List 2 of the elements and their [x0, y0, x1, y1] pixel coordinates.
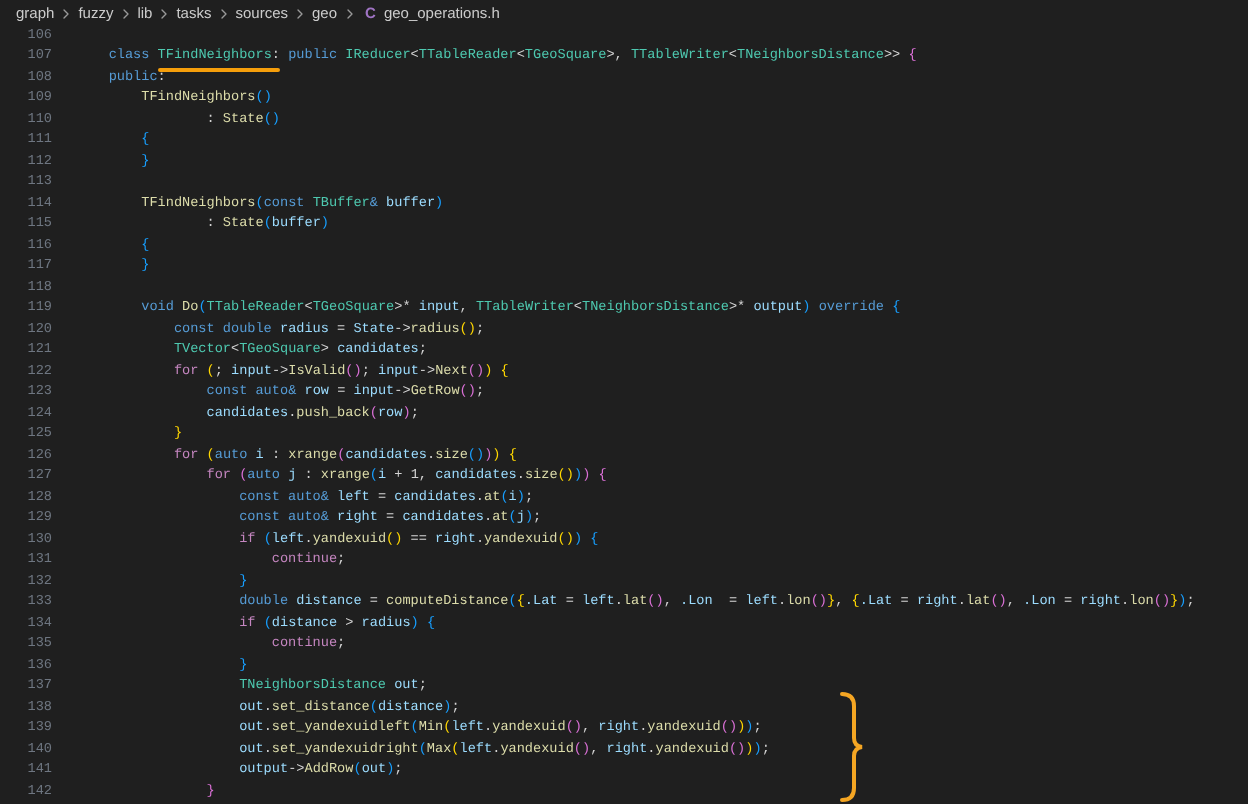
curly-brace-drawing [838, 690, 866, 804]
chevron-icon [292, 5, 308, 21]
